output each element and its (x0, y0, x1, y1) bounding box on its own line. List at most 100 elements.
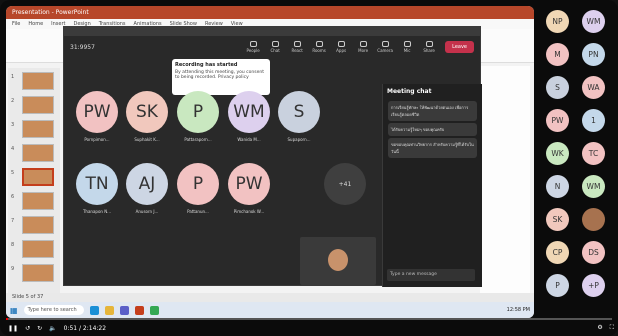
recording-notice-title: Recording has started (175, 62, 238, 68)
participant-avatar[interactable]: TC (582, 142, 605, 165)
participant-avatar[interactable]: AJ (126, 163, 168, 205)
slide-thumbnail[interactable] (22, 72, 54, 90)
camera-icon (381, 41, 389, 47)
skip-forward-icon[interactable]: ↻ (37, 325, 42, 332)
windows-taskbar: ▦ Type here to search 12:58 PM (6, 302, 534, 318)
folder-icon[interactable] (104, 305, 114, 315)
chat-compose-input[interactable]: Type a new message (387, 269, 475, 281)
participant-name: Supaporn... (287, 137, 311, 142)
participant-avatar[interactable]: 1 (582, 109, 605, 132)
participant-avatar[interactable]: SK (126, 91, 168, 133)
pause-icon[interactable]: ❚❚ (8, 325, 18, 332)
slide-thumbnail[interactable] (22, 264, 54, 282)
slide-thumbnail[interactable] (22, 144, 54, 162)
participant-avatar[interactable]: WK (546, 142, 569, 165)
chat-message: ขอขอบคุณท่านวิทยากร สำหรับความรู้ที่ได้ร… (388, 138, 477, 158)
mic-icon (403, 41, 411, 47)
participant-name: Anusorn J... (135, 209, 159, 214)
toolbar-share-button[interactable]: Share (422, 41, 436, 53)
slide-thumbnail[interactable] (22, 168, 54, 186)
participant-avatar[interactable]: NP (546, 10, 569, 33)
participant-avatar[interactable]: P (177, 91, 219, 133)
taskbar-search[interactable]: Type here to search (23, 305, 84, 315)
participant-avatar[interactable]: S (546, 76, 569, 99)
toolbar-label: Camera (377, 48, 393, 53)
slide-number: 6 (11, 194, 15, 200)
slide-number: 8 (11, 242, 15, 248)
react-icon (293, 41, 301, 47)
skip-back-icon[interactable]: ↺ (25, 325, 30, 332)
ppt-tab[interactable]: Home (28, 21, 43, 27)
start-icon[interactable]: ▦ (10, 306, 18, 315)
toolbar-more-button[interactable]: More (356, 41, 370, 53)
participant-avatar[interactable]: WM (582, 10, 605, 33)
fullscreen-icon[interactable]: ⛶ (610, 324, 614, 332)
teams-icon[interactable] (119, 305, 129, 315)
slide-number: 1 (11, 74, 15, 80)
toolbar-react-button[interactable]: React (290, 41, 304, 53)
toolbar-rooms-button[interactable]: Rooms (312, 41, 326, 53)
participant-avatar[interactable]: CP (546, 241, 569, 264)
teams-meeting-window: 31:9957 People Chat React Rooms Apps More Came… (63, 26, 482, 287)
ppt-title-bar: Presentation - PowerPoint (6, 6, 534, 19)
edge-icon[interactable] (89, 305, 99, 315)
settings-icon[interactable]: ⚙ (597, 324, 602, 332)
participant-avatar[interactable]: PW (76, 91, 118, 133)
participant-avatar[interactable]: WA (582, 76, 605, 99)
slide-thumbnails[interactable]: 1 2 3 4 5 6 7 8 9 (8, 68, 60, 296)
toolbar-label: React (291, 48, 303, 53)
meeting-tools: People Chat React Rooms Apps More Camera Mic Sha… (246, 41, 436, 53)
toolbar-mic-button[interactable]: Mic (400, 41, 414, 53)
toolbar-label: Share (423, 48, 435, 53)
participant-avatar[interactable]: PN (582, 43, 605, 66)
participant-avatar[interactable]: DS (582, 241, 605, 264)
ppt-status-bar: Slide 5 of 37 (6, 293, 534, 302)
participant-strip: NP WM M PN S WA PW 1 WK TC N WM SK CP DS P +P (540, 10, 616, 326)
slide-thumbnail[interactable] (22, 216, 54, 234)
recording-notice-body: By attending this meeting, you consent t… (175, 70, 264, 80)
apps-icon (337, 41, 345, 47)
participant-avatar[interactable]: +P (582, 274, 605, 297)
toolbar-label: People (246, 48, 260, 53)
participant-avatar[interactable]: P (177, 163, 219, 205)
more-participants-button[interactable]: +41 (324, 163, 366, 205)
volume-icon[interactable]: 🔈 (49, 325, 56, 332)
chat-message: ได้รับความรู้ใหม่ๆ ขอบคุณครับ (388, 123, 477, 136)
video-controls: ❚❚ ↺ ↻ 🔈 0:51 / 2:14:22 ⚙ ⛶ (8, 322, 614, 334)
toolbar-chat-button[interactable]: Chat (268, 41, 282, 53)
chat-title: Meeting chat (387, 88, 432, 95)
participant-avatar[interactable]: M (546, 43, 569, 66)
toolbar-apps-button[interactable]: Apps (334, 41, 348, 53)
system-tray: 12:58 PM (507, 307, 530, 313)
video-progress-bar[interactable] (6, 318, 612, 320)
teams-title-bar (64, 27, 480, 36)
participant-name: Pornpimon... (84, 137, 110, 142)
participant-avatar[interactable]: S (278, 91, 320, 133)
participant-name: Wanida M... (237, 137, 261, 142)
slide-thumbnail[interactable] (22, 120, 54, 138)
slide-thumbnail[interactable] (22, 240, 54, 258)
ppt-tab[interactable]: File (12, 21, 20, 27)
participant-avatar[interactable]: P (546, 274, 569, 297)
slide-thumbnail[interactable] (22, 192, 54, 210)
participant-avatar[interactable]: N (546, 175, 569, 198)
powerpoint-icon[interactable] (134, 305, 144, 315)
chrome-icon[interactable] (149, 305, 159, 315)
clock: 12:58 PM (506, 307, 530, 313)
participant-avatar[interactable]: TN (76, 163, 118, 205)
toolbar-people-button[interactable]: People (246, 41, 260, 53)
progress-fill (6, 318, 8, 320)
participant-avatar[interactable] (582, 208, 605, 231)
participant-avatar[interactable]: WM (582, 175, 605, 198)
toolbar-label: Mic (403, 48, 411, 53)
ppt-title: Presentation - PowerPoint (12, 9, 89, 16)
participant-avatar[interactable]: WM (228, 91, 270, 133)
participant-avatar[interactable]: PW (546, 109, 569, 132)
toolbar-camera-button[interactable]: Camera (377, 41, 393, 53)
participant-avatar[interactable]: PW (228, 163, 270, 205)
slide-thumbnail[interactable] (22, 96, 54, 114)
leave-button[interactable]: Leave (445, 41, 474, 53)
participant-avatar[interactable]: SK (546, 208, 569, 231)
slide-counter: Slide 5 of 37 (12, 294, 44, 300)
recording-notice: Recording has started By attending this … (172, 59, 270, 95)
